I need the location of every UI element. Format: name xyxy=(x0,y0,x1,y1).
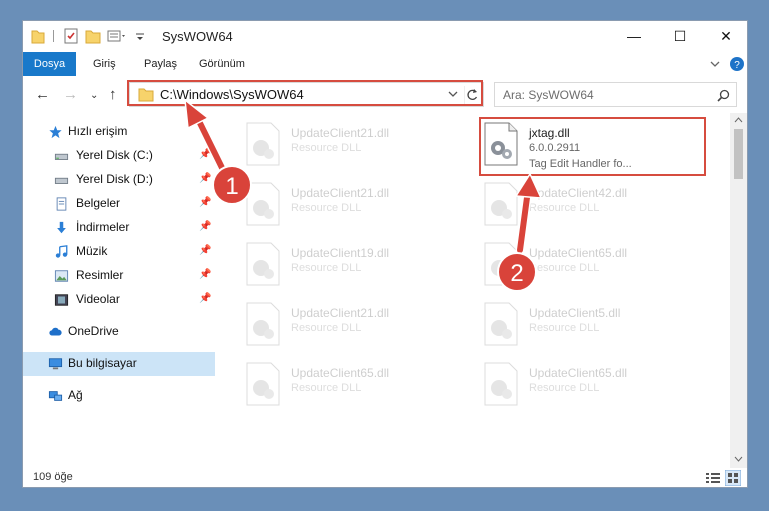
step-1-badge: 1 xyxy=(212,165,252,205)
arrow-2-icon xyxy=(514,172,543,255)
annotation-arrows xyxy=(184,98,543,255)
step-2-badge: 2 xyxy=(497,252,537,292)
